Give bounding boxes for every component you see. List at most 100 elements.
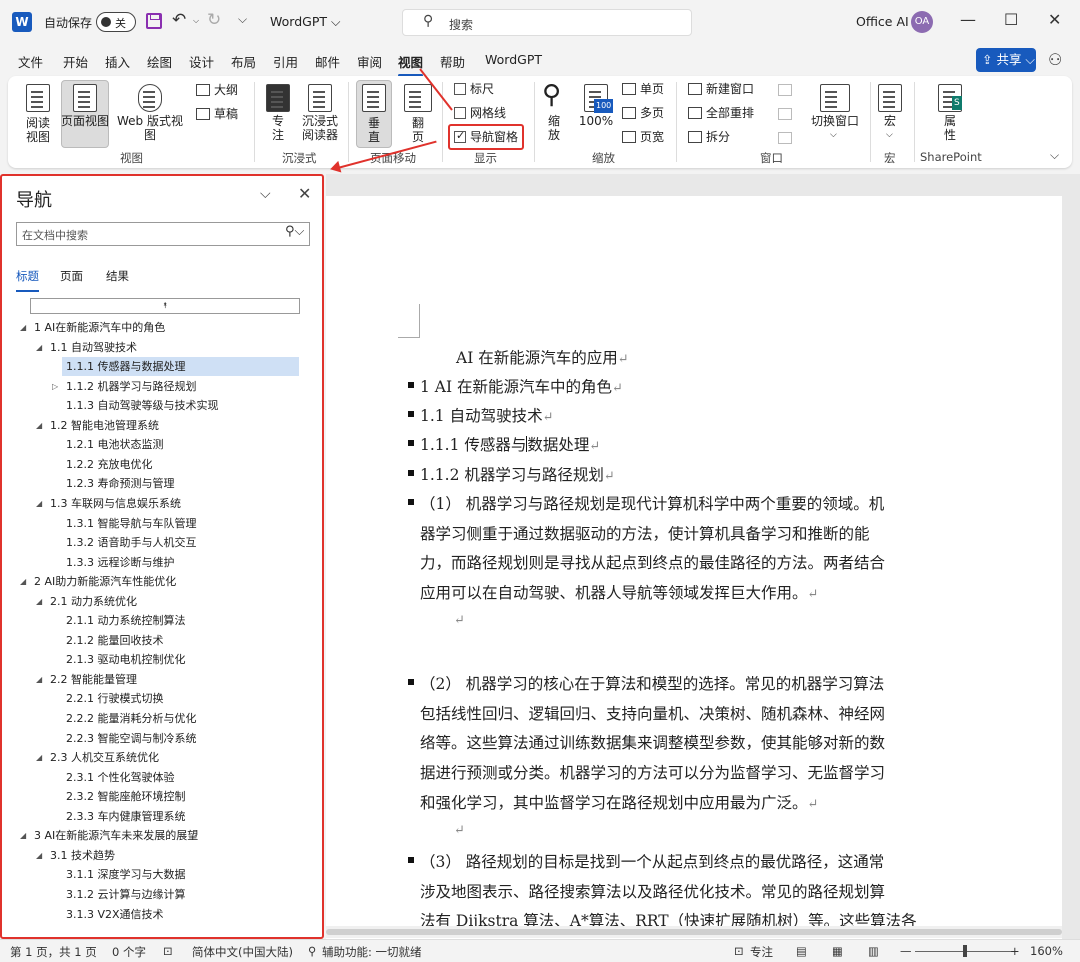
language[interactable]: 简体中文(中国大陆)	[192, 944, 293, 960]
side-to-side-button[interactable]: 翻 页	[402, 116, 434, 144]
nav-heading-item[interactable]: 1.3.3 远程诊断与维护	[62, 553, 175, 572]
web-layout-status-icon[interactable]: ▥	[868, 944, 879, 958]
nav-heading-item[interactable]: 2.1 动力系统优化	[46, 592, 137, 611]
split-button[interactable]: 拆分	[706, 130, 730, 144]
nav-heading-item[interactable]: 2.1.3 驱动电机控制优化	[62, 650, 186, 669]
nav-search-input[interactable]: 在文档中搜索 ⚲⌵	[16, 222, 310, 246]
collapse-arrow-icon[interactable]: ◢	[20, 318, 26, 337]
nav-heading-item[interactable]: 2.3 人机交互系统优化	[46, 748, 159, 767]
nav-heading-item[interactable]: 3 AI在新能源汽车未来发展的展望	[30, 826, 198, 845]
focus-button[interactable]: 专 注	[264, 114, 292, 142]
horizontal-scrollbar[interactable]	[326, 926, 1062, 938]
arrange-all-button[interactable]: 全部重排	[706, 106, 754, 120]
web-layout-button[interactable]: Web 版式视图	[112, 114, 188, 142]
ruler-checkbox[interactable]	[454, 83, 466, 95]
comment-icon[interactable]: ⚇	[1048, 50, 1062, 69]
undo-icon[interactable]: ↶	[172, 10, 186, 30]
nav-options-icon[interactable]: ⌵	[260, 186, 271, 202]
nav-heading-item[interactable]: 3.1 技术趋势	[46, 846, 115, 865]
outline-button[interactable]: 大纲	[214, 83, 238, 97]
tab-review[interactable]: 审阅	[357, 52, 382, 71]
collapse-arrow-icon[interactable]: ◢	[36, 846, 42, 865]
collapse-arrow-icon[interactable]: ◢	[36, 592, 42, 611]
nav-heading-item[interactable]: 2.1.2 能量回收技术	[62, 631, 164, 650]
ribbon-collapse-icon[interactable]: ⌵	[1050, 148, 1059, 162]
collapse-arrow-icon[interactable]: ◢	[36, 338, 42, 357]
page-count[interactable]: 第 1 页，共 1 页	[10, 944, 97, 960]
close-button[interactable]: ✕	[1048, 10, 1061, 29]
word-count[interactable]: 0 个字	[112, 944, 146, 960]
print-layout-status-icon[interactable]: ▦	[832, 944, 843, 958]
immersive-reader-button[interactable]: 沉浸式 阅读器	[298, 114, 342, 142]
nav-heading-item[interactable]: 1.3.2 语音助手与人机交互	[62, 533, 197, 552]
nav-heading-item[interactable]: 1.2.3 寿命预测与管理	[62, 474, 175, 493]
nav-heading-item[interactable]: 2.3.1 个性化驾驶体验	[62, 768, 175, 787]
nav-tab-results[interactable]: 结果	[106, 268, 129, 284]
macro-button[interactable]: 宏	[876, 114, 904, 128]
zoom-button[interactable]: 缩 放	[542, 114, 566, 142]
nav-heading-item[interactable]: 1.1.1 传感器与数据处理	[62, 357, 299, 377]
read-mode-button[interactable]: 阅读 视图	[18, 116, 58, 144]
tab-design[interactable]: 设计	[189, 52, 214, 71]
nav-heading-item[interactable]: 1 AI在新能源汽车中的角色	[30, 318, 165, 337]
read-mode-status-icon[interactable]: ▤	[796, 944, 807, 958]
reset-window-icon[interactable]	[778, 132, 792, 144]
sync-scroll-icon[interactable]	[778, 108, 792, 120]
accessibility-status[interactable]: 辅助功能: 一切就绪	[322, 944, 422, 960]
properties-button[interactable]: 属 性	[936, 114, 964, 142]
document-name[interactable]: WordGPT ⌵	[270, 14, 340, 30]
tab-mailings[interactable]: 邮件	[315, 52, 340, 71]
nav-heading-item[interactable]: 1.2 智能电池管理系统	[46, 416, 159, 435]
collapse-arrow-icon[interactable]: ◢	[20, 826, 26, 845]
collapse-arrow-icon[interactable]: ◢	[36, 748, 42, 767]
tab-wordgpt[interactable]: WordGPT	[485, 52, 542, 67]
nav-heading-item[interactable]: 3.1.1 深度学习与大数据	[62, 865, 186, 884]
nav-heading-item[interactable]: 3.1.3 V2X通信技术	[62, 905, 164, 924]
focus-mode-button[interactable]: 专注	[750, 944, 773, 960]
nav-heading-item[interactable]: 1.1.3 自动驾驶等级与技术实现	[62, 396, 219, 415]
page-width-button[interactable]: 页宽	[640, 130, 664, 144]
zoom-in-icon[interactable]: +	[1010, 944, 1020, 958]
expand-arrow-icon[interactable]: ▷	[52, 377, 58, 396]
undo-dropdown-icon[interactable]: ⌵	[193, 16, 199, 26]
tab-file[interactable]: 文件	[18, 52, 43, 71]
zoom-level[interactable]: 160%	[1030, 944, 1063, 958]
search-box[interactable]: ⚲ 搜索	[402, 9, 692, 36]
zoom-100-button[interactable]: 100%	[578, 114, 614, 128]
save-icon[interactable]	[146, 13, 162, 29]
collapse-arrow-icon[interactable]: ◢	[36, 670, 42, 689]
minimize-button[interactable]: —	[960, 10, 976, 29]
tab-draw[interactable]: 绘图	[147, 52, 172, 71]
new-window-button[interactable]: 新建窗口	[706, 82, 754, 96]
nav-heading-item[interactable]: 2.2.3 智能空调与制冷系统	[62, 729, 197, 748]
nav-heading-item[interactable]: 2.3.2 智能座舱环境控制	[62, 787, 186, 806]
nav-heading-item[interactable]: 1.3.1 智能导航与车队管理	[62, 514, 197, 533]
nav-search-icon[interactable]: ⚲⌵	[285, 224, 304, 239]
nav-heading-item[interactable]: 1.3 车联网与信息娱乐系统	[46, 494, 181, 513]
nav-heading-item[interactable]: 2 AI助力新能源汽车性能优化	[30, 572, 176, 591]
office-ai-label[interactable]: Office AI	[856, 14, 909, 29]
nav-heading-item[interactable]: 2.3.3 车内健康管理系统	[62, 807, 186, 826]
collapse-arrow-icon[interactable]: ◢	[20, 572, 26, 591]
nav-heading-item[interactable]: 1.2.1 电池状态监测	[62, 435, 164, 454]
nav-tab-headings[interactable]: 标题	[16, 268, 39, 292]
avatar[interactable]: OA	[911, 11, 933, 33]
zoom-slider-thumb[interactable]	[963, 945, 967, 957]
maximize-button[interactable]: ☐	[1004, 10, 1018, 29]
one-page-button[interactable]: 单页	[640, 82, 664, 96]
share-button[interactable]: ⇪ 共享 ⌵	[976, 48, 1036, 72]
nav-heading-item[interactable]: 2.1.1 动力系统控制算法	[62, 611, 186, 630]
nav-tab-pages[interactable]: 页面	[60, 268, 83, 284]
autosave-toggle[interactable]: 关	[96, 12, 136, 32]
side-by-side-icon[interactable]	[778, 84, 792, 96]
tab-insert[interactable]: 插入	[105, 52, 130, 71]
nav-heading-item[interactable]: 1.2.2 充放电优化	[62, 455, 153, 474]
redo-icon[interactable]: ↻	[207, 10, 221, 30]
draft-button[interactable]: 草稿	[214, 107, 238, 121]
nav-heading-item[interactable]: 3.1.2 云计算与边缘计算	[62, 885, 186, 904]
scroll-thumb[interactable]	[326, 929, 1062, 935]
collapse-arrow-icon[interactable]: ◢	[36, 416, 42, 435]
nav-heading-item[interactable]: 1.1.2 机器学习与路径规划	[62, 377, 197, 396]
multi-page-button[interactable]: 多页	[640, 106, 664, 120]
zoom-out-icon[interactable]: —	[900, 944, 912, 958]
